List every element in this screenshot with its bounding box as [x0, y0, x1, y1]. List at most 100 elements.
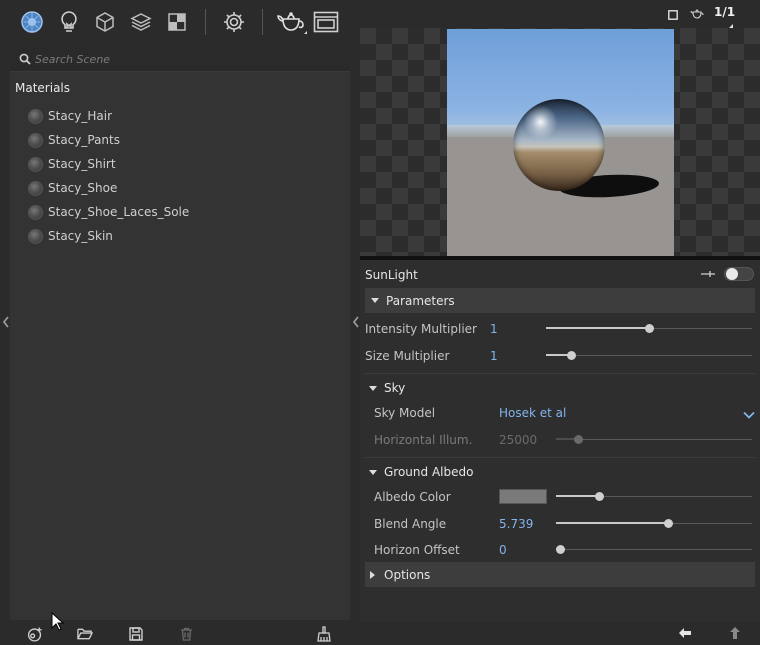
horizontal-illum-label: Horizontal Illum. [374, 433, 473, 447]
teapot-icon[interactable] [276, 9, 308, 35]
search-icon [19, 53, 31, 65]
material-preview-icon [28, 180, 43, 196]
material-label: Stacy_Shoe_Laces_Sole [48, 205, 190, 219]
slider-knob[interactable] [645, 324, 654, 333]
folder-open-icon[interactable] [77, 626, 93, 642]
sky-model-label: Sky Model [374, 406, 436, 420]
material-label: Stacy_Skin [48, 229, 113, 243]
sky-section[interactable]: Sky [365, 379, 405, 397]
window-icon[interactable] [313, 9, 339, 35]
toolbar-separator [262, 9, 263, 35]
slider-knob[interactable] [566, 351, 576, 360]
arrow-left-icon[interactable] [678, 627, 692, 642]
render-preview [447, 29, 674, 257]
slider-knob [573, 435, 583, 444]
render-viewport[interactable] [360, 28, 760, 258]
add-material-icon[interactable] [27, 626, 43, 642]
sky-model-select[interactable]: Hosek et al [499, 406, 566, 420]
material-preview-icon [28, 228, 43, 244]
chevron-right-icon [370, 570, 375, 579]
material-item-stacy-shoe-laces-sole[interactable]: Stacy_Shoe_Laces_Sole [28, 200, 328, 224]
chrome-sphere [513, 99, 605, 191]
chevron-down-icon [369, 469, 377, 475]
divider [365, 457, 755, 458]
material-preview-icon [28, 132, 43, 148]
intensity-multiplier-slider[interactable] [546, 324, 752, 333]
material-item-stacy-hair[interactable]: Stacy_Hair [28, 104, 328, 128]
section-label: Parameters [386, 293, 455, 308]
material-preview-icon [28, 156, 43, 172]
mouse-cursor-icon [51, 611, 65, 635]
horizon-offset-label: Horizon Offset [374, 543, 460, 557]
material-item-stacy-shirt[interactable]: Stacy_Shirt [28, 152, 328, 176]
right-panel: 1/1 SunLight Parameters Intensity Multip… [360, 0, 760, 645]
options-section[interactable]: Options [365, 562, 755, 587]
page-counter[interactable]: 1/1 [714, 5, 735, 19]
chevron-down-icon [371, 298, 379, 303]
slider-knob[interactable] [595, 492, 605, 501]
teapot-small-icon[interactable] [690, 8, 704, 23]
intensity-multiplier-label: Intensity Multiplier [365, 322, 477, 336]
material-preview-icon [28, 204, 43, 220]
collapse-right-arrow-icon[interactable] [352, 316, 360, 331]
sunlight-properties: SunLight Parameters Intensity Multiplier… [360, 260, 760, 622]
search-input[interactable] [35, 50, 335, 68]
chevron-down-icon [369, 385, 377, 391]
albedo-color-slider[interactable] [556, 492, 752, 501]
material-label: Stacy_Hair [48, 109, 113, 123]
blend-angle-label: Blend Angle [374, 517, 447, 531]
horizon-offset-slider[interactable] [555, 545, 752, 554]
size-multiplier-slider[interactable] [546, 351, 752, 360]
slider-knob[interactable] [663, 519, 673, 528]
collapse-left-arrow-icon[interactable] [2, 316, 10, 331]
size-multiplier-label: Size Multiplier [365, 349, 450, 363]
material-item-stacy-pants[interactable]: Stacy_Pants [28, 128, 328, 152]
material-label: Stacy_Shirt [48, 157, 116, 171]
sunlight-toggle[interactable] [724, 267, 754, 281]
clean-brush-icon[interactable] [316, 626, 332, 642]
pin-icon[interactable] [700, 268, 716, 282]
search-bar [10, 46, 350, 72]
gear-icon[interactable] [221, 9, 247, 35]
blend-angle-value[interactable]: 5.739 [499, 517, 533, 531]
material-ball-icon[interactable] [19, 9, 45, 35]
ground-albedo-section[interactable]: Ground Albedo [365, 463, 473, 481]
dropdown-chevron-icon[interactable] [743, 408, 755, 422]
horizontal-illum-value: 25000 [499, 433, 538, 447]
cube-icon[interactable] [92, 9, 118, 35]
albedo-color-swatch[interactable] [499, 489, 547, 504]
stop-square-icon[interactable] [668, 9, 678, 23]
horizon-offset-value[interactable]: 0 [499, 543, 507, 557]
material-preview-icon [28, 108, 43, 124]
albedo-color-label: Albedo Color [374, 490, 451, 504]
blend-angle-slider[interactable] [556, 519, 752, 528]
material-label: Stacy_Pants [48, 133, 120, 147]
divider [365, 373, 755, 374]
material-item-stacy-shoe[interactable]: Stacy_Shoe [28, 176, 328, 200]
texture-checker-icon[interactable] [164, 9, 190, 35]
arrow-up-icon[interactable] [729, 626, 741, 643]
viewport-toolbar: 1/1 [360, 0, 760, 30]
materials-list: Stacy_Hair Stacy_Pants Stacy_Shirt Stacy… [28, 104, 328, 248]
toolbar-separator [205, 9, 206, 35]
left-panel: Materials Stacy_Hair Stacy_Pants Stacy_S… [0, 0, 358, 645]
materials-header: Materials [15, 81, 71, 95]
slider-knob[interactable] [555, 545, 565, 554]
parameters-section[interactable]: Parameters [365, 288, 755, 313]
section-label: Options [384, 567, 431, 582]
scene-browser: Materials Stacy_Hair Stacy_Pants Stacy_S… [10, 46, 350, 620]
delete-icon[interactable] [178, 626, 194, 642]
main-toolbar [0, 0, 358, 44]
section-label: Ground Albedo [384, 465, 474, 479]
size-multiplier-value[interactable]: 1 [490, 349, 498, 363]
intensity-multiplier-value[interactable]: 1 [490, 322, 498, 336]
properties-footer [360, 622, 760, 645]
sunlight-title: SunLight [365, 268, 418, 282]
layers-icon[interactable] [128, 9, 154, 35]
material-item-stacy-skin[interactable]: Stacy_Skin [28, 224, 328, 248]
save-icon[interactable] [128, 626, 144, 642]
section-label: Sky [384, 381, 406, 395]
horizontal-illum-slider [556, 435, 752, 444]
light-bulb-icon[interactable] [56, 9, 82, 35]
material-label: Stacy_Shoe [48, 181, 118, 195]
